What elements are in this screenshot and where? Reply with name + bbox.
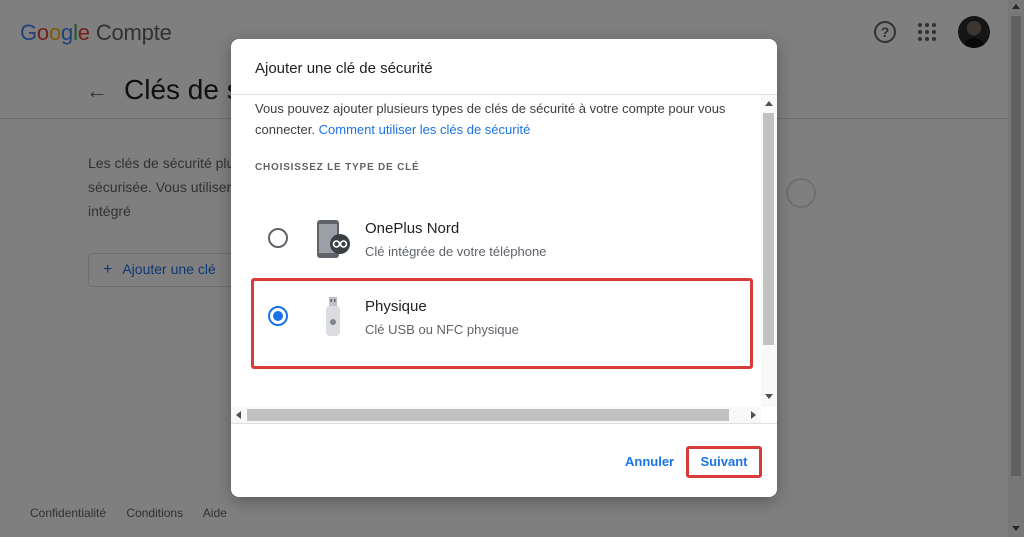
option-subtitle: Clé intégrée de votre téléphone	[365, 244, 547, 259]
add-security-key-dialog: Ajouter une clé de sécurité Vous pouvez …	[231, 39, 777, 497]
cancel-button[interactable]: Annuler	[625, 454, 674, 469]
option-name: OnePlus Nord	[365, 220, 460, 237]
dialog-horizontal-scrollbar[interactable]	[231, 407, 761, 423]
scroll-down-arrow-icon[interactable]	[765, 394, 773, 399]
next-button[interactable]: Suivant	[686, 446, 762, 478]
help-link[interactable]: Comment utiliser les clés de sécurité	[319, 122, 531, 137]
radio-oneplus-nord[interactable]	[268, 228, 288, 248]
selection-highlight-box	[251, 278, 753, 369]
scrollbar-thumb[interactable]	[247, 409, 729, 421]
dialog-body: Vous pouvez ajouter plusieurs types de c…	[231, 94, 777, 423]
section-label: CHOISISSEZ LE TYPE DE CLÉ	[255, 162, 420, 173]
dialog-vertical-scrollbar[interactable]	[761, 95, 777, 407]
scroll-up-arrow-icon[interactable]	[765, 101, 773, 106]
scrollbar-thumb[interactable]	[763, 113, 774, 345]
dialog-title: Ajouter une clé de sécurité	[255, 60, 433, 77]
scroll-right-arrow-icon[interactable]	[751, 411, 756, 419]
scroll-left-arrow-icon[interactable]	[236, 411, 241, 419]
phone-key-icon	[317, 220, 350, 258]
dialog-intro: Vous pouvez ajouter plusieurs types de c…	[255, 98, 735, 140]
dialog-footer: Annuler Suivant	[231, 423, 777, 497]
key-option-oneplus-nord[interactable]: OnePlus Nord Clé intégrée de votre télép…	[249, 201, 753, 279]
